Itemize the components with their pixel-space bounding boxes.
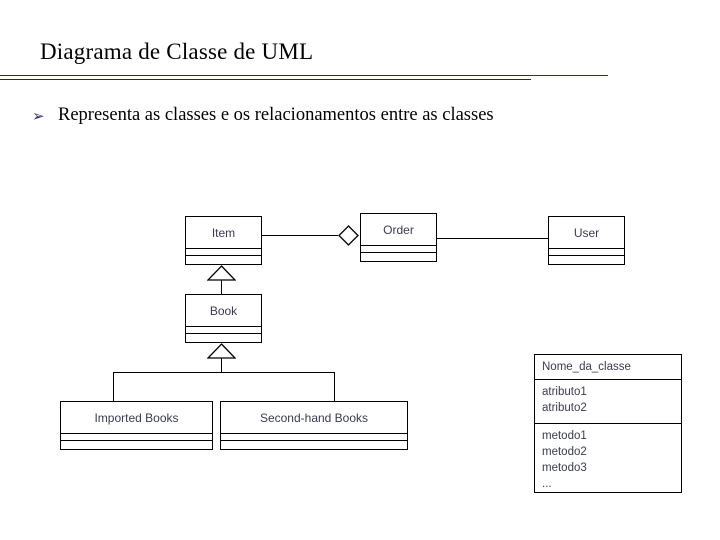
page-title: Diagrama de Classe de UML (40, 39, 314, 64)
legend-methods-compartment: metodo1 metodo2 metodo3 ... (535, 424, 681, 492)
class-attributes-item (186, 249, 261, 256)
class-methods-user (549, 256, 624, 264)
class-name-user: User (549, 217, 624, 249)
legend-class-box[interactable]: Nome_da_classe atributo1 atributo2 metod… (534, 354, 682, 493)
connector-drop-imported-books (113, 372, 114, 401)
bullet-row: ➢ Representa as classes e os relacioname… (32, 103, 672, 129)
class-methods-item (186, 256, 261, 264)
legend-attribute: atributo2 (542, 402, 587, 414)
legend-method-ellipsis: ... (542, 478, 552, 490)
class-box-book[interactable]: Book (185, 294, 262, 343)
class-box-order[interactable]: Order (360, 213, 437, 262)
title-divider-upper (0, 75, 608, 76)
title-divider-lower (0, 79, 531, 80)
legend-class-name: Nome_da_classe (535, 355, 681, 380)
connector-book-item-stem (221, 280, 222, 294)
connector-subclass-bar (113, 372, 335, 373)
connector-drop-secondhand-books (334, 372, 335, 401)
class-name-item: Item (186, 217, 261, 249)
class-name-order: Order (361, 214, 436, 246)
connector-order-user (437, 238, 548, 239)
generalization-triangle-subclasses (207, 343, 236, 359)
class-methods-order (361, 253, 436, 261)
class-methods-imported-books (61, 441, 212, 449)
class-methods-book (186, 334, 261, 342)
bullet-text: Representa as classes e os relacionament… (58, 105, 494, 125)
connector-item-order (262, 235, 338, 236)
generalization-triangle-book (207, 265, 236, 281)
class-attributes-imported-books (61, 434, 212, 441)
class-attributes-order (361, 246, 436, 253)
class-box-secondhand-books[interactable]: Second-hand Books (220, 401, 408, 450)
class-box-user[interactable]: User (548, 216, 625, 265)
class-attributes-book (186, 327, 261, 334)
class-attributes-user (549, 249, 624, 256)
slide: Diagrama de Classe de UML ➢ Representa a… (0, 0, 720, 540)
legend-method: metodo2 (542, 446, 587, 458)
aggregation-diamond-icon (338, 225, 359, 246)
legend-method: metodo3 (542, 462, 587, 474)
legend-attribute: atributo1 (542, 386, 587, 398)
connector-subclass-stem (221, 358, 222, 372)
class-methods-secondhand-books (221, 441, 407, 449)
class-box-imported-books[interactable]: Imported Books (60, 401, 213, 450)
legend-method: metodo1 (542, 430, 587, 442)
class-attributes-secondhand-books (221, 434, 407, 441)
class-name-imported-books: Imported Books (61, 402, 212, 434)
arrowhead-bullet-icon: ➢ (32, 107, 45, 125)
class-name-secondhand-books: Second-hand Books (221, 402, 407, 434)
class-name-book: Book (186, 295, 261, 327)
legend-attributes-compartment: atributo1 atributo2 (535, 380, 681, 424)
class-box-item[interactable]: Item (185, 216, 262, 265)
